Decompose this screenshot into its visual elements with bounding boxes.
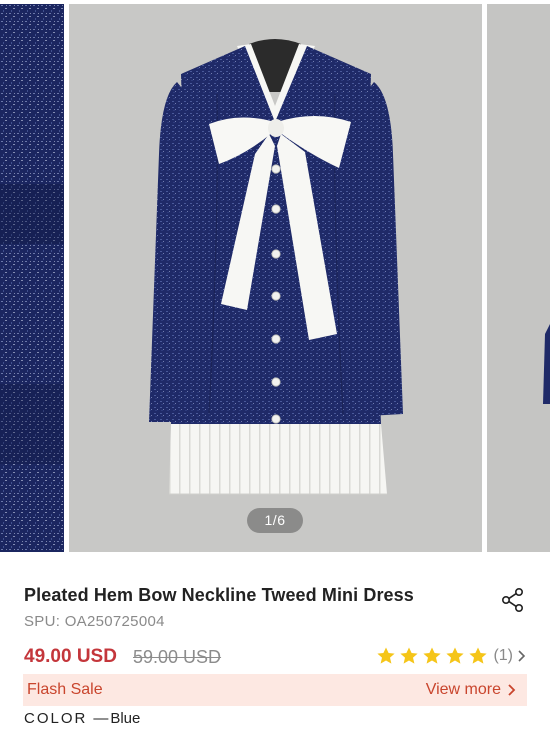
image-counter: 1/6 bbox=[247, 508, 303, 533]
star-icon bbox=[423, 647, 442, 664]
chevron-right-icon bbox=[508, 684, 516, 696]
star-icon bbox=[377, 647, 396, 664]
spu-label: SPU: bbox=[24, 613, 61, 630]
rating-reviews[interactable]: (1) bbox=[376, 645, 528, 667]
share-icon[interactable] bbox=[500, 587, 526, 613]
carousel-prev-slide[interactable] bbox=[0, 4, 64, 552]
flash-sale-banner[interactable]: Flash Sale View more bbox=[23, 674, 527, 706]
color-label: COLOR bbox=[24, 710, 88, 727]
star-icon bbox=[446, 647, 465, 664]
selected-color-value: Blue bbox=[110, 710, 141, 727]
color-selector-header: COLOR — Blue bbox=[24, 710, 140, 727]
star-icon bbox=[400, 647, 419, 664]
color-separator: — bbox=[93, 710, 109, 727]
image-carousel[interactable]: 1/6 bbox=[0, 0, 550, 552]
sale-price: 49.00 USD bbox=[24, 646, 117, 667]
spu-code: SPU: OA250725004 bbox=[24, 613, 165, 630]
product-main-image[interactable] bbox=[69, 4, 482, 552]
original-price: 59.00 USD bbox=[133, 647, 222, 667]
view-more-link[interactable]: View more bbox=[426, 681, 517, 699]
carousel-next-slide[interactable] bbox=[487, 4, 550, 552]
review-count: (1) bbox=[493, 647, 513, 664]
product-title: Pleated Hem Bow Neckline Tweed Mini Dres… bbox=[24, 585, 414, 605]
spu-value: OA250725004 bbox=[64, 613, 165, 630]
chevron-right-icon bbox=[518, 650, 526, 662]
flash-sale-label: Flash Sale bbox=[27, 681, 103, 698]
star-icon bbox=[469, 647, 488, 664]
view-more-label: View more bbox=[425, 681, 501, 698]
